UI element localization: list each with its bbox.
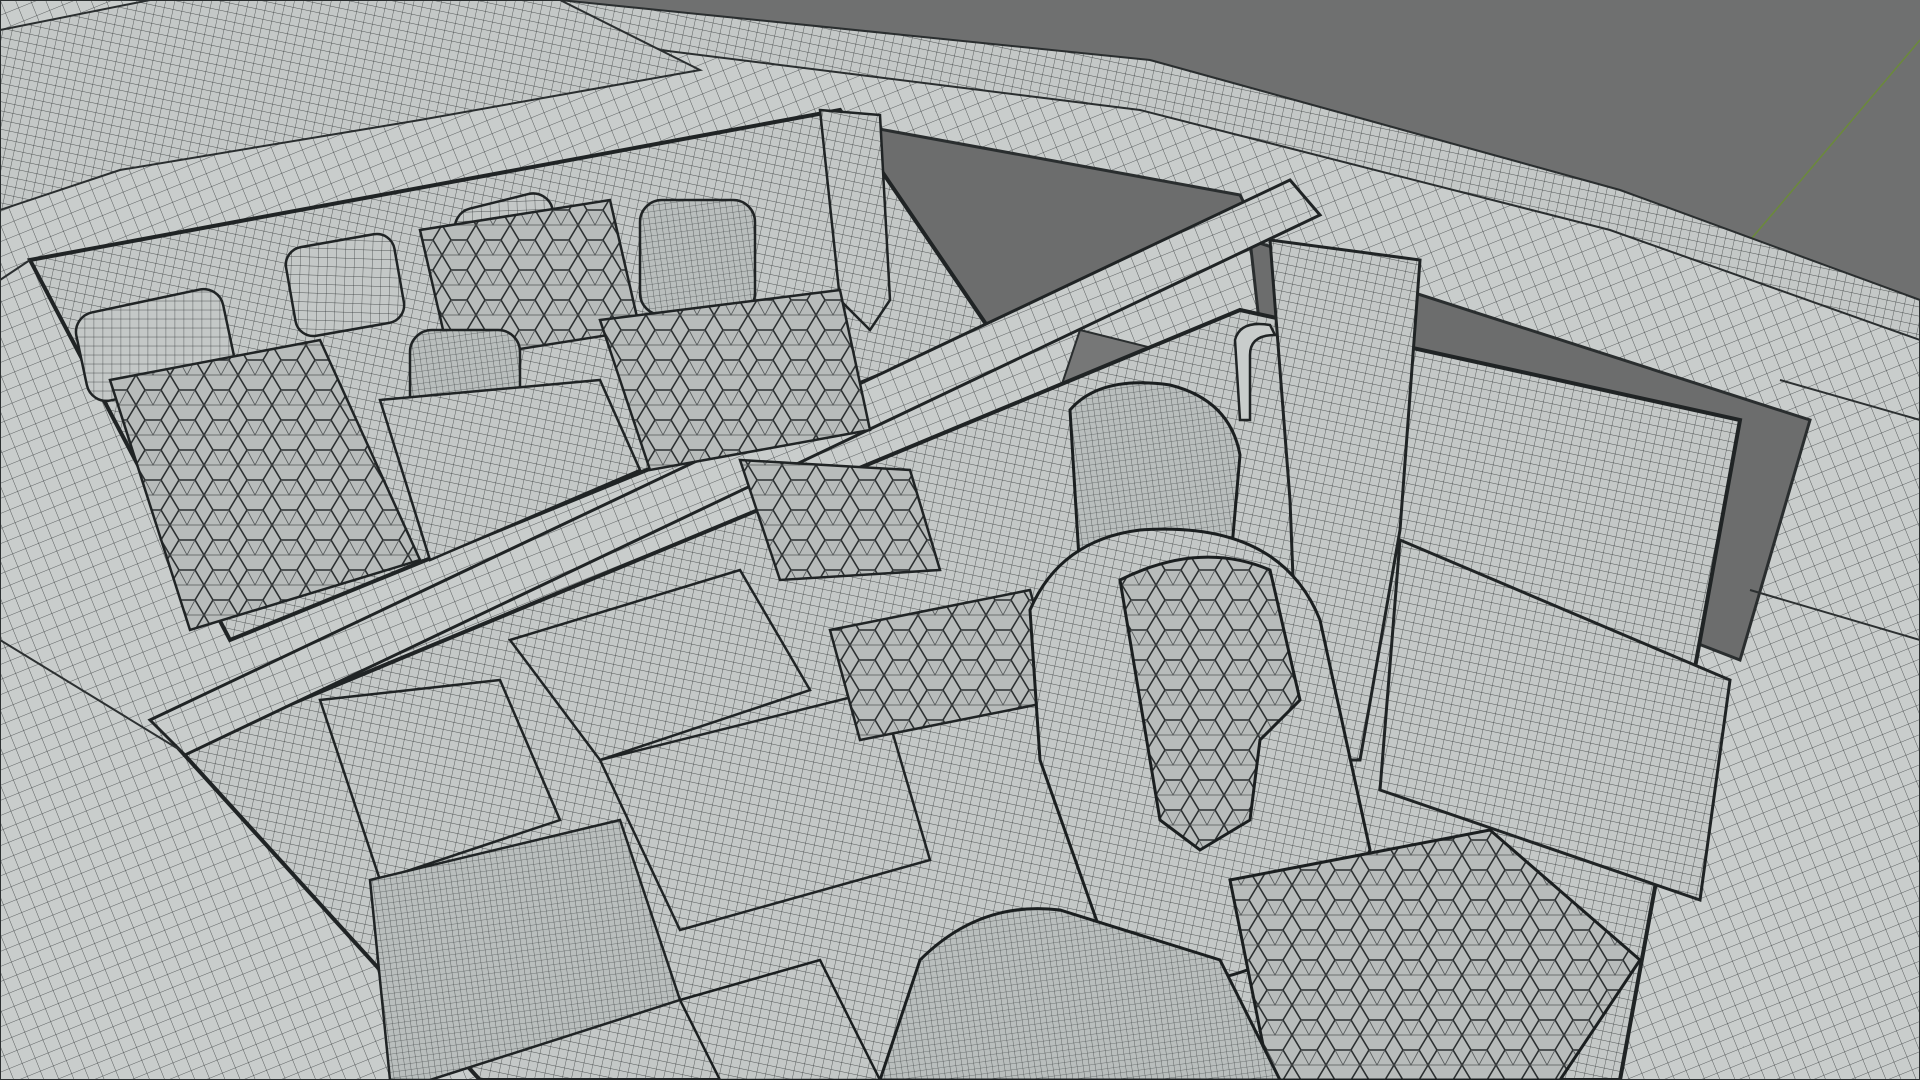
3d-viewport[interactable] xyxy=(0,0,1920,1080)
